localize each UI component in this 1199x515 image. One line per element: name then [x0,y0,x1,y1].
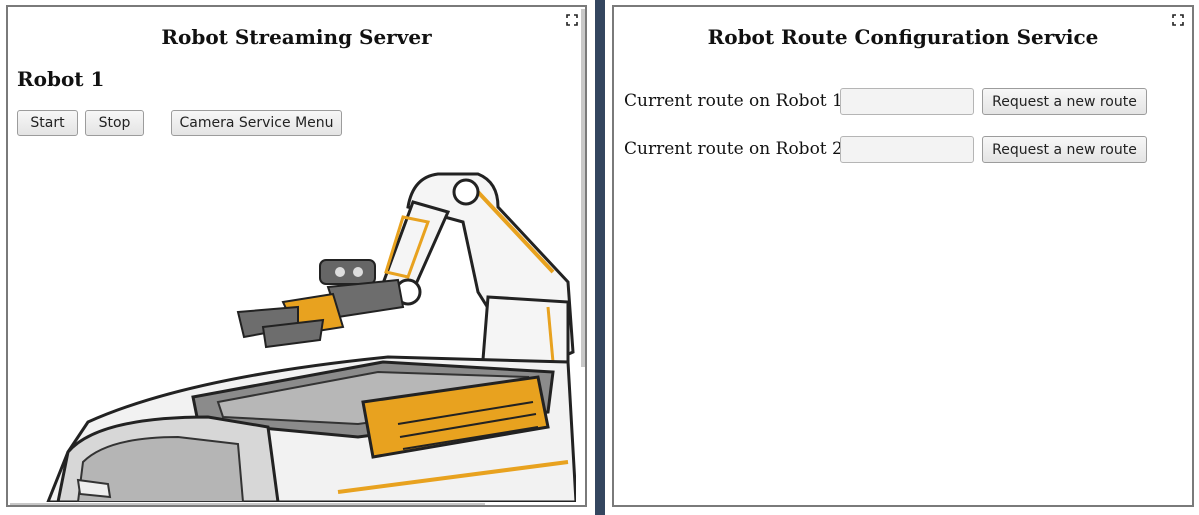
camera-service-menu-button[interactable]: Camera Service Menu [171,110,342,136]
route-configuration-panel: Robot Route Configuration Service Curren… [612,5,1194,507]
request-new-route-button[interactable]: Request a new route [982,136,1147,163]
route-input-robot-1[interactable] [840,88,974,115]
start-button[interactable]: Start [17,110,78,136]
vertical-scrollbar[interactable] [581,9,585,367]
robot-camera-stream [8,162,576,502]
route-label: Current route on Robot 1: [624,91,849,111]
route-label: Current route on Robot 2: [624,139,849,159]
route-input-robot-2[interactable] [840,136,974,163]
streaming-server-panel: Robot Streaming Server Robot 1 Start Sto… [6,5,587,507]
panel-divider[interactable] [595,0,605,515]
panel-title: Robot Streaming Server [161,25,432,49]
stop-button[interactable]: Stop [85,110,144,136]
panel-title: Robot Route Configuration Service [707,25,1099,49]
request-new-route-button[interactable]: Request a new route [982,88,1147,115]
horizontal-scrollbar[interactable] [10,503,485,505]
robot-illustration [46,172,576,502]
robot-heading: Robot 1 [17,67,105,91]
